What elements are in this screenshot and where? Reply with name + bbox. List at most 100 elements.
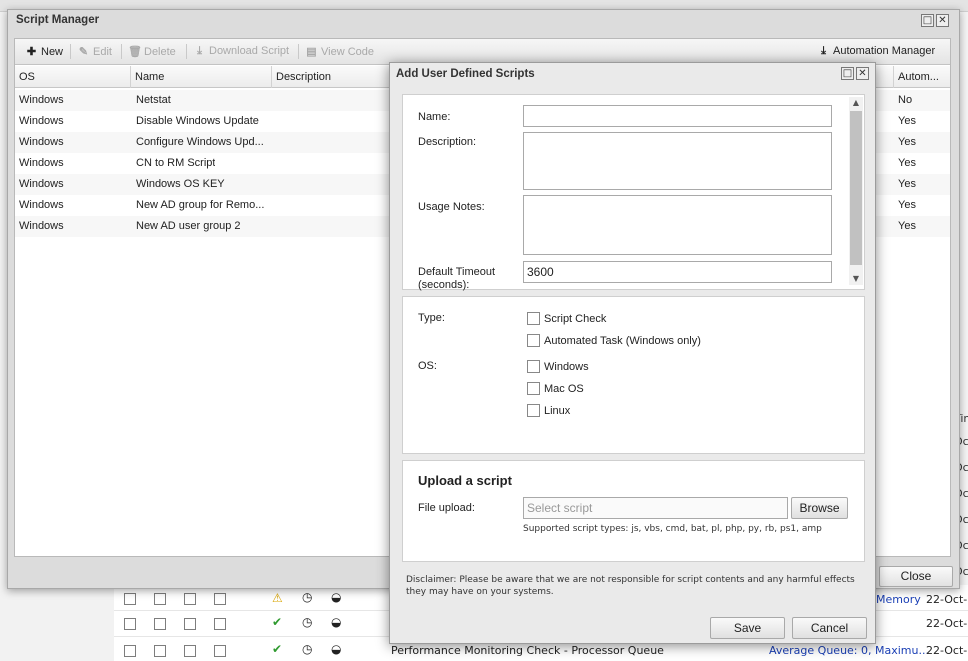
row-name: Windows OS KEY <box>136 178 225 190</box>
row-name: New AD user group 2 <box>136 220 241 232</box>
row-os: Windows <box>19 199 64 211</box>
delete-button-label: Delete <box>144 46 176 58</box>
gauge-icon: ◒ <box>331 590 342 604</box>
timeout-label-unit: (seconds): <box>418 279 470 291</box>
dialog-title: Add User Defined Scripts <box>396 68 535 80</box>
details-scrollbar[interactable]: ▲ ▼ <box>849 97 863 285</box>
check-date: 22-Oct-2 <box>926 644 968 657</box>
download-button-label: Download Script <box>209 45 290 57</box>
check-date: 22-Oct-2 <box>926 593 968 606</box>
row-checkbox[interactable] <box>184 618 196 630</box>
new-button[interactable]: ✚ New <box>25 45 63 58</box>
name-label: Name: <box>418 111 451 123</box>
download-script-button[interactable]: ⤓ Download Script <box>193 45 289 58</box>
row-checkbox[interactable] <box>214 618 226 630</box>
macos-checkbox[interactable] <box>527 382 540 395</box>
column-header-description[interactable]: Description <box>272 66 392 88</box>
download-icon: ⤓ <box>197 45 202 57</box>
description-textarea[interactable] <box>523 132 832 190</box>
toolbar-divider <box>298 44 299 59</box>
row-checkbox[interactable] <box>214 645 226 657</box>
toolbar-divider <box>121 44 122 59</box>
description-label: Description: <box>418 136 477 148</box>
window-title: Script Manager <box>16 14 100 26</box>
macos-label[interactable]: Mac OS <box>544 383 584 396</box>
automated-task-checkbox[interactable] <box>527 334 540 347</box>
trash-icon: 🗑 <box>128 46 142 58</box>
upload-title: Upload a script <box>418 473 512 488</box>
row-automation: Yes <box>898 220 916 232</box>
disclaimer-text: Disclaimer: Please be aware that we are … <box>406 575 855 597</box>
scroll-up-icon[interactable]: ▲ <box>849 97 863 109</box>
row-checkbox[interactable] <box>124 593 136 605</box>
scroll-thumb[interactable] <box>850 111 862 265</box>
windows-label[interactable]: Windows <box>544 361 589 374</box>
windows-checkbox[interactable] <box>527 360 540 373</box>
usage-notes-textarea[interactable] <box>523 195 832 255</box>
supported-types-note: Supported script types: js, vbs, cmd, ba… <box>523 524 822 534</box>
automation-manager-label: Automation Manager <box>833 45 936 57</box>
edit-button[interactable]: ✎ Edit <box>77 45 112 58</box>
row-checkbox[interactable] <box>184 645 196 657</box>
type-label: Type: <box>418 312 445 324</box>
name-input[interactable] <box>523 105 832 127</box>
file-upload-label: File upload: <box>418 502 475 514</box>
check-result-link[interactable]: Average Queue: 0, Maximu... <box>769 644 929 657</box>
edit-button-label: Edit <box>93 46 112 58</box>
view-code-button[interactable]: ▤ View Code <box>305 45 374 58</box>
automation-manager-button[interactable]: ⤓ Automation Manager <box>817 45 935 58</box>
close-icon[interactable]: ✕ <box>856 67 869 80</box>
checkmark-icon: ✔ <box>272 615 283 629</box>
usage-notes-label: Usage Notes: <box>418 201 485 213</box>
column-header-automation[interactable]: Autom... <box>893 66 950 88</box>
row-os: Windows <box>19 157 64 169</box>
delete-button[interactable]: 🗑 Delete <box>128 45 176 58</box>
column-header-os[interactable]: OS <box>15 66 131 88</box>
new-button-label: New <box>41 46 64 58</box>
add-script-dialog: Add User Defined Scripts □ ✕ Name: Descr… <box>389 62 876 644</box>
row-os: Windows <box>19 178 64 190</box>
timeout-input[interactable] <box>523 261 832 283</box>
browse-button[interactable]: Browse <box>791 497 848 519</box>
pencil-icon: ✎ <box>78 46 89 58</box>
row-name: Configure Windows Upd... <box>136 136 264 148</box>
code-icon: ▤ <box>306 46 317 58</box>
row-checkbox[interactable] <box>124 645 136 657</box>
column-header-name[interactable]: Name <box>131 66 272 88</box>
type-os-panel: Type: Script Check Automated Task (Windo… <box>402 296 865 454</box>
row-checkbox[interactable] <box>154 645 166 657</box>
linux-label[interactable]: Linux <box>544 405 570 418</box>
details-panel: Name: Description: Usage Notes: Default … <box>402 94 865 291</box>
toolbar-divider <box>70 44 71 59</box>
upload-panel: Upload a script File upload: Browse Supp… <box>402 460 865 562</box>
linux-checkbox[interactable] <box>527 404 540 417</box>
row-checkbox[interactable] <box>154 618 166 630</box>
check-description: Performance Monitoring Check - Processor… <box>391 644 664 657</box>
plus-icon: ✚ <box>26 46 37 58</box>
row-os: Windows <box>19 94 64 106</box>
script-check-checkbox[interactable] <box>527 312 540 325</box>
script-check-label[interactable]: Script Check <box>544 313 606 326</box>
close-icon[interactable]: ✕ <box>936 14 949 27</box>
maximize-button[interactable]: □ <box>921 14 934 27</box>
row-os: Windows <box>19 136 64 148</box>
clock-icon: ◷ <box>302 642 313 656</box>
automated-task-label[interactable]: Automated Task (Windows only) <box>544 335 701 348</box>
cancel-button[interactable]: Cancel <box>792 617 867 639</box>
checkmark-icon: ✔ <box>272 642 283 656</box>
maximize-button[interactable]: □ <box>841 67 854 80</box>
close-button[interactable]: Close <box>879 566 953 587</box>
warning-icon: ⚠ <box>272 591 283 605</box>
row-checkbox[interactable] <box>214 593 226 605</box>
row-automation: No <box>898 94 913 106</box>
save-button[interactable]: Save <box>710 617 785 639</box>
row-checkbox[interactable] <box>124 618 136 630</box>
row-checkbox[interactable] <box>154 593 166 605</box>
row-checkbox[interactable] <box>184 593 196 605</box>
row-name: CN to RM Script <box>136 157 216 169</box>
row-name: Disable Windows Update <box>136 115 259 127</box>
check-result-link[interactable]: Memory <box>876 593 921 606</box>
file-path-input[interactable] <box>523 497 788 519</box>
row-os: Windows <box>19 220 64 232</box>
scroll-down-icon[interactable]: ▼ <box>849 273 863 285</box>
